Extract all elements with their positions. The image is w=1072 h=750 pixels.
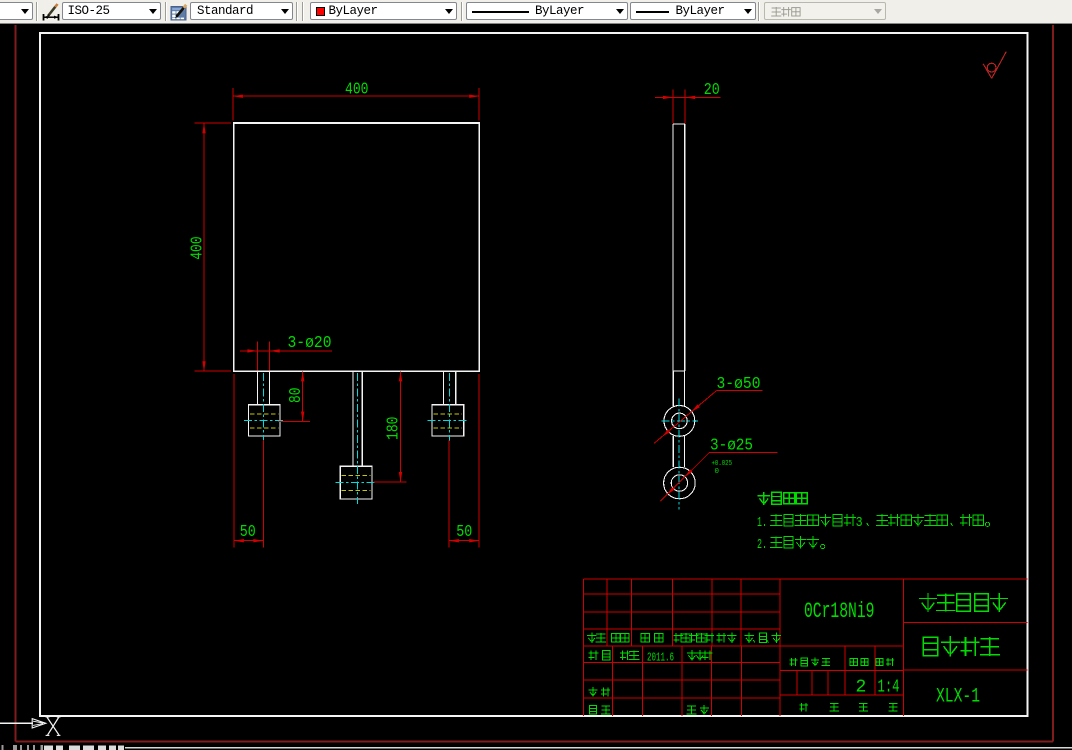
- svg-text:2011.6: 2011.6: [647, 652, 674, 665]
- svg-text:50: 50: [456, 522, 472, 541]
- svg-text:XLX-1: XLX-1: [936, 686, 980, 709]
- svg-text:400: 400: [187, 236, 206, 260]
- svg-text:+0.025: +0.025: [712, 460, 733, 468]
- svg-text:3-ø25: 3-ø25: [710, 436, 753, 455]
- svg-text:400: 400: [345, 80, 369, 99]
- svg-text:20: 20: [704, 80, 720, 99]
- svg-text:80: 80: [286, 388, 305, 404]
- svg-text:0Cr18Ni9: 0Cr18Ni9: [804, 599, 875, 624]
- svg-text:1.: 1.: [757, 516, 767, 531]
- svg-text:3-ø20: 3-ø20: [288, 333, 332, 352]
- svg-text:3: 3: [856, 516, 863, 531]
- svg-text:3-ø50: 3-ø50: [717, 374, 761, 393]
- svg-text:180: 180: [384, 417, 403, 441]
- svg-text:50: 50: [240, 522, 256, 541]
- svg-text:0: 0: [715, 468, 720, 476]
- svg-text:2.: 2.: [757, 538, 767, 553]
- svg-text:2: 2: [856, 678, 867, 698]
- svg-text:1:4: 1:4: [878, 678, 900, 698]
